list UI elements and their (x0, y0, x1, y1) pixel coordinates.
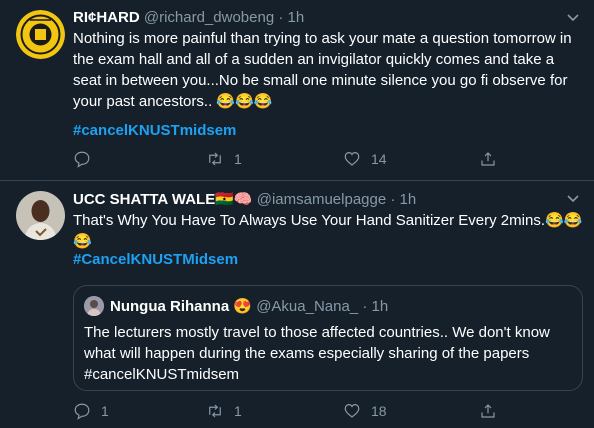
timestamp[interactable]: 1h (400, 191, 417, 208)
tweet-text-line: The lecturers mostly travel to those aff… (84, 324, 550, 341)
avatar[interactable] (16, 191, 65, 240)
tweet-text-line: what will happen during the exams especi… (84, 345, 530, 362)
tweet-actions: 1 1 18 (73, 402, 513, 422)
handle[interactable]: @Akua_Nana_ (256, 298, 358, 315)
chevron-down-icon[interactable] (566, 10, 580, 27)
retweet-icon (209, 152, 221, 166)
tweet-header: UCC SHATTA WALE🇬🇭🧠 @iamsamuelpagge · 1h (73, 190, 416, 208)
retweet-count: 1 (234, 403, 242, 419)
handle[interactable]: @richard_dwobeng (144, 9, 274, 26)
reply-icon (74, 403, 90, 420)
separator-dot: · (278, 9, 284, 26)
heart-icon (344, 152, 360, 166)
display-name[interactable]: RI¢HARD (73, 9, 140, 26)
quoted-tweet[interactable]: Nungua Rihanna 😍 @Akua_Nana_ · 1h The le… (73, 285, 583, 391)
reply-button[interactable] (73, 150, 101, 168)
display-name[interactable]: Nungua Rihanna 😍 (110, 297, 252, 315)
tweet-text: That's Why You Have To Always Use Your H… (73, 210, 583, 252)
heart-icon (344, 404, 360, 418)
chevron-down-icon[interactable] (566, 191, 580, 208)
timestamp[interactable]: 1h (372, 298, 389, 315)
retweet-count: 1 (234, 151, 242, 167)
tweet-actions: 1 14 (73, 150, 513, 170)
tweet-text-line: That's Why You Have To Always Use Your H… (73, 212, 583, 229)
retweet-icon (209, 404, 221, 418)
like-button[interactable]: 14 (343, 150, 387, 168)
like-count: 18 (371, 403, 387, 419)
display-name[interactable]: UCC SHATTA WALE🇬🇭🧠 (73, 191, 253, 208)
tweet[interactable]: UCC SHATTA WALE🇬🇭🧠 @iamsamuelpagge · 1h … (0, 181, 594, 428)
share-icon (481, 152, 495, 166)
separator-dot: · (362, 297, 368, 315)
hashtag-link[interactable]: #CancelKNUSTMidsem (73, 251, 238, 268)
handle[interactable]: @iamsamuelpagge (257, 191, 386, 208)
quoted-tweet-header: Nungua Rihanna 😍 @Akua_Nana_ · 1h (84, 296, 388, 316)
tweet-text: Nothing is more painful than trying to a… (73, 28, 583, 112)
avatar[interactable] (16, 10, 65, 59)
tweet-header: RI¢HARD @richard_dwobeng · 1h (73, 9, 304, 26)
reply-count: 1 (101, 403, 109, 419)
quoted-tweet-text: The lecturers mostly travel to those aff… (84, 322, 572, 385)
retweet-button[interactable]: 1 (206, 150, 242, 168)
tweet-text-line: seat in between you...No be small one mi… (73, 72, 568, 89)
hashtag-link[interactable]: #cancelKNUSTmidsem (73, 122, 236, 139)
separator-dot: · (390, 191, 396, 208)
tweet-text-line: the exam hall and all of a sudden an inv… (73, 51, 555, 68)
retweet-button[interactable]: 1 (206, 402, 242, 420)
tweet-text-line: 😂 (73, 233, 92, 250)
share-button[interactable] (479, 402, 507, 420)
share-button[interactable] (479, 150, 507, 168)
share-icon (481, 404, 495, 418)
like-count: 14 (371, 151, 387, 167)
like-button[interactable]: 18 (343, 402, 387, 420)
tweet[interactable]: RI¢HARD @richard_dwobeng · 1h Nothing is… (0, 0, 594, 181)
reply-button[interactable]: 1 (73, 402, 109, 420)
avatar (84, 296, 104, 316)
reply-icon (74, 151, 90, 168)
tweet-text-line: your past ancestors.. 😂😂😂 (73, 93, 273, 110)
tweet-text-line: Nothing is more painful than trying to a… (73, 30, 572, 47)
timestamp[interactable]: 1h (288, 9, 305, 26)
tweet-text-line: #cancelKNUSTmidsem (84, 366, 240, 383)
